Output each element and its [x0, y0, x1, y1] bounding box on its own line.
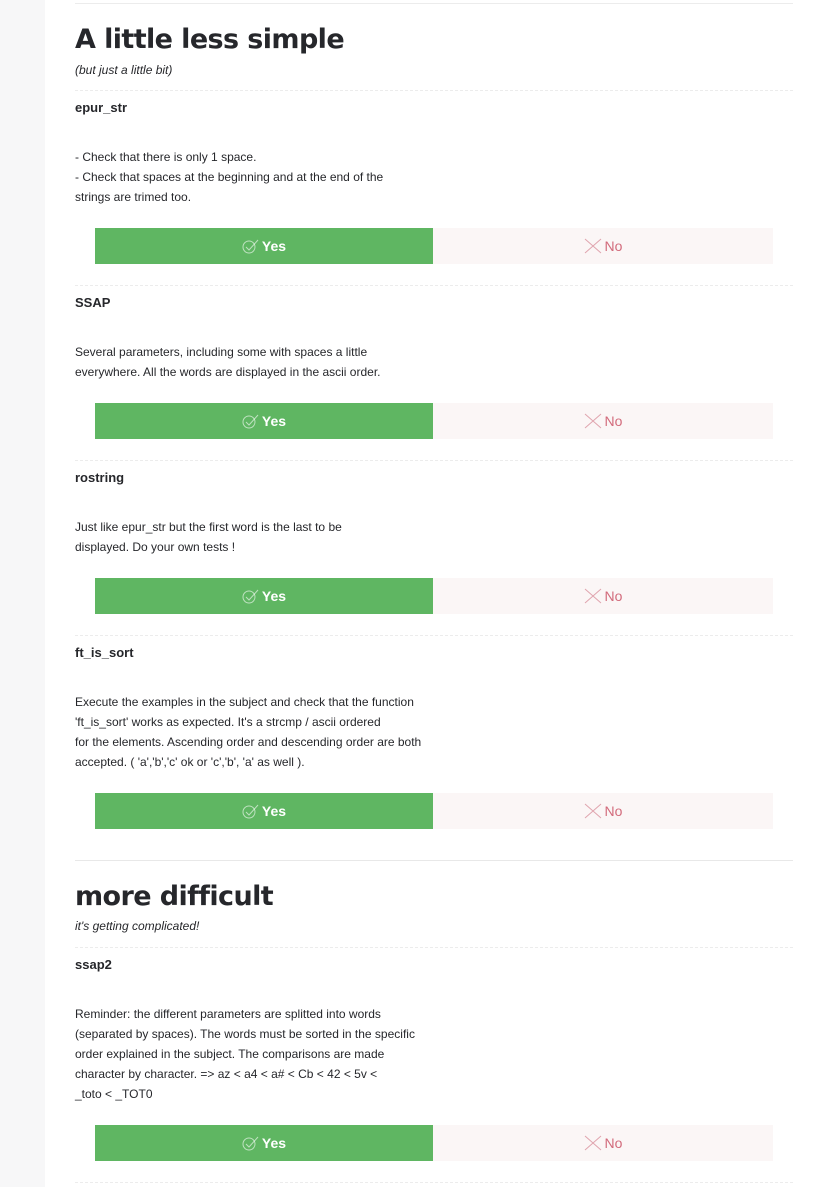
section-subtitle: it's getting complicated! [75, 919, 200, 933]
description-line: Just like epur_str but the first word is… [75, 520, 342, 534]
question-divider [75, 460, 793, 461]
yes-button[interactable]: Yes [95, 793, 433, 829]
x-icon [584, 1135, 601, 1151]
yes-button[interactable]: Yes [95, 403, 433, 439]
description-line: Several parameters, including some with … [75, 345, 368, 359]
description-line: Execute the examples in the subject and … [75, 695, 414, 709]
check-circle-icon [242, 414, 259, 428]
no-button[interactable]: No [433, 403, 773, 439]
check-circle-icon [242, 589, 259, 603]
x-icon [584, 588, 601, 604]
yes-label: Yes [261, 413, 287, 429]
section-separator [75, 860, 793, 861]
answer-buttons: Yes No [95, 578, 773, 614]
description-line: (separated by spaces). The words must be… [75, 1027, 415, 1041]
section-title: more difficult [75, 881, 274, 912]
description-line: character by character. => az < a4 < a# … [75, 1067, 378, 1081]
description-line: 'ft_is_sort' works as expected. It's a s… [75, 715, 381, 729]
description-line: strings are trimed too. [75, 190, 192, 204]
answer-buttons: Yes No [95, 228, 773, 264]
description-line: _toto < _TOT0 [75, 1087, 153, 1101]
top-divider [75, 3, 793, 4]
answer-buttons: Yes No [95, 1125, 773, 1161]
no-label: No [604, 1135, 623, 1151]
question-description: Reminder: the different parameters are s… [75, 1004, 445, 1104]
no-button[interactable]: No [433, 793, 773, 829]
check-circle-icon [242, 804, 259, 818]
description-line: Reminder: the different parameters are s… [75, 1007, 381, 1021]
no-label: No [604, 588, 623, 604]
question-description: Several parameters, including some with … [75, 342, 445, 382]
yes-label: Yes [261, 588, 287, 604]
yes-label: Yes [261, 238, 287, 254]
no-label: No [604, 238, 623, 254]
section-divider [75, 947, 793, 948]
answer-buttons: Yes No [95, 793, 773, 829]
left-sidebar [0, 0, 45, 1187]
description-line: order explained in the subject. The comp… [75, 1047, 385, 1061]
check-circle-icon [242, 1136, 259, 1150]
description-line: displayed. Do your own tests ! [75, 540, 236, 554]
question-title: epur_str [75, 100, 128, 115]
question-title: ssap2 [75, 957, 112, 972]
question-divider [75, 1182, 793, 1183]
no-button[interactable]: No [433, 228, 773, 264]
yes-button[interactable]: Yes [95, 1125, 433, 1161]
question-description: Just like epur_str but the first word is… [75, 517, 445, 557]
description-line: everywhere. All the words are displayed … [75, 365, 381, 379]
yes-button[interactable]: Yes [95, 228, 433, 264]
question-divider [75, 285, 793, 286]
x-icon [584, 803, 601, 819]
answer-buttons: Yes No [95, 403, 773, 439]
no-button[interactable]: No [433, 1125, 773, 1161]
yes-button[interactable]: Yes [95, 578, 433, 614]
question-divider [75, 635, 793, 636]
description-line: - Check that spaces at the beginning and… [75, 170, 384, 184]
question-description: Execute the examples in the subject and … [75, 692, 445, 772]
no-label: No [604, 413, 623, 429]
x-icon [584, 238, 601, 254]
no-label: No [604, 803, 623, 819]
question-title: rostring [75, 470, 125, 485]
question-title: ft_is_sort [75, 645, 134, 660]
no-button[interactable]: No [433, 578, 773, 614]
x-icon [584, 413, 601, 429]
description-line: for the elements. Ascending order and de… [75, 735, 422, 749]
check-circle-icon [242, 239, 259, 253]
description-line: accepted. ( 'a','b','c' ok or 'c','b', '… [75, 755, 305, 769]
question-title: SSAP [75, 295, 111, 310]
description-line: - Check that there is only 1 space. [75, 150, 257, 164]
question-description: - Check that there is only 1 space. - Ch… [75, 147, 445, 207]
yes-label: Yes [261, 1135, 287, 1151]
section-subtitle: (but just a little bit) [75, 63, 173, 77]
section-divider [75, 90, 793, 91]
section-title: A little less simple [75, 24, 345, 55]
yes-label: Yes [261, 803, 287, 819]
